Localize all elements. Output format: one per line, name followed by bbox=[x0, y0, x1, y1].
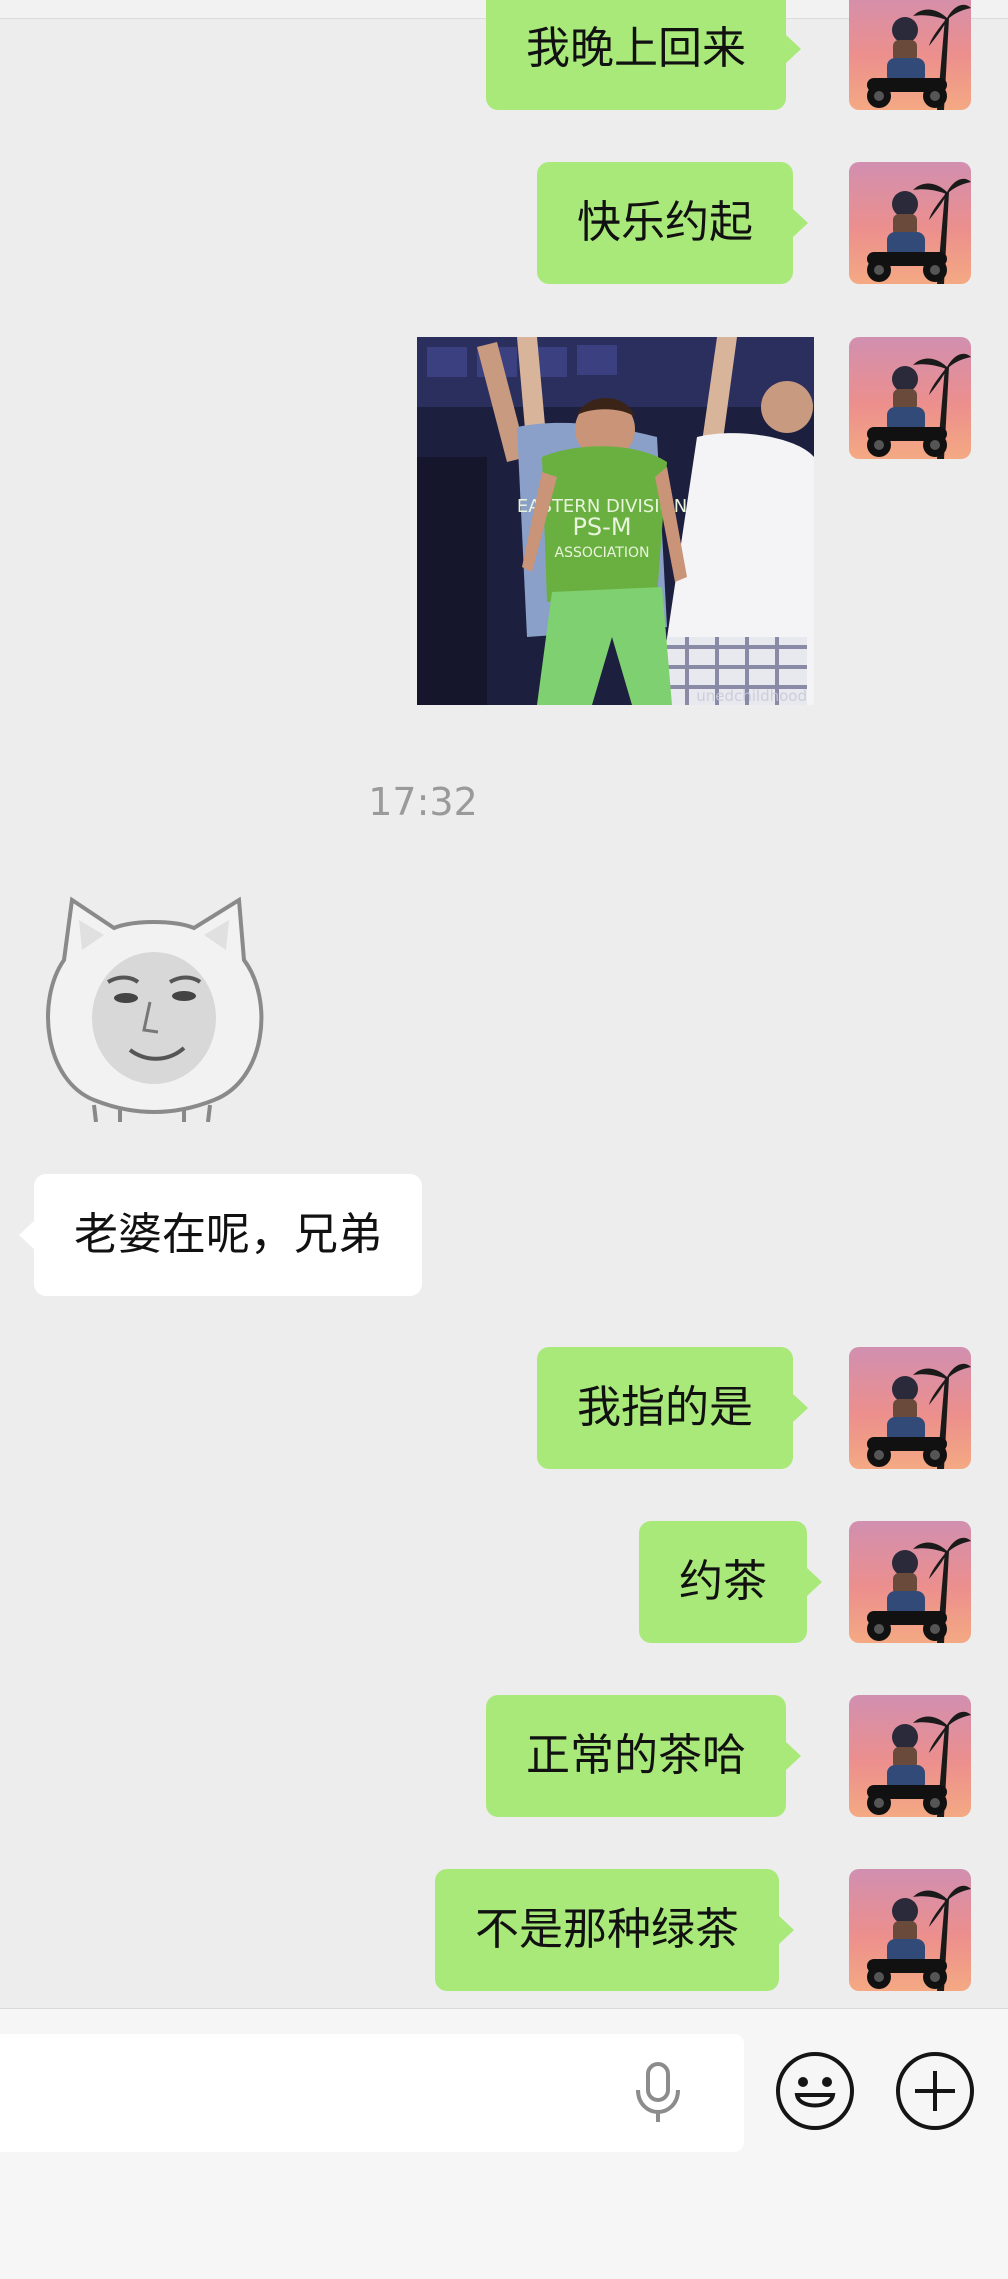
avatar-image bbox=[867, 4, 971, 110]
image-message[interactable]: EASTERN DIVISION PS-M ASSOCIATION unedch… bbox=[417, 337, 814, 705]
plus-circle-icon[interactable] bbox=[895, 2051, 975, 2131]
cat-face-sticker bbox=[46, 896, 264, 1122]
image-watermark: unedchildhood bbox=[696, 687, 807, 705]
message-bubble-outgoing[interactable]: 不是那种绿茶 bbox=[435, 1869, 794, 1991]
sticker-message[interactable] bbox=[34, 890, 274, 1122]
message-bubble-outgoing[interactable]: 快乐约起 bbox=[537, 162, 808, 284]
my-avatar[interactable] bbox=[849, 1347, 971, 1469]
photo-kid-dancing: EASTERN DIVISION PS-M ASSOCIATION unedch… bbox=[417, 337, 814, 705]
message-input[interactable] bbox=[0, 2034, 744, 2152]
message-bubble-incoming[interactable]: 老婆在呢，兄弟 bbox=[19, 1174, 422, 1296]
message-bubble-outgoing[interactable]: 正常的茶哈 bbox=[486, 1695, 801, 1817]
avatar-image bbox=[867, 1537, 971, 1643]
avatar-image bbox=[867, 353, 971, 459]
message-bubble-outgoing[interactable]: 我晚上回来 bbox=[486, 0, 801, 110]
my-avatar[interactable] bbox=[849, 162, 971, 284]
message-text: 我指的是 bbox=[577, 1382, 753, 1433]
message-bubble-outgoing[interactable]: 约茶 bbox=[639, 1521, 822, 1643]
my-avatar[interactable] bbox=[849, 337, 971, 459]
avatar-image bbox=[867, 1363, 971, 1469]
message-text: 快乐约起 bbox=[577, 197, 753, 248]
my-avatar[interactable] bbox=[849, 1521, 971, 1643]
message-text: 老婆在呢，兄弟 bbox=[74, 1209, 382, 1260]
shirt-text: ASSOCIATION bbox=[555, 545, 650, 561]
message-timestamp: 17:32 bbox=[368, 780, 478, 824]
my-avatar[interactable] bbox=[849, 1869, 971, 1991]
smiley-icon[interactable] bbox=[775, 2051, 855, 2131]
my-avatar[interactable] bbox=[849, 0, 971, 110]
chat-message-list[interactable]: 我晚上回来 快乐约起 EASTERN DIVISION PS-M ASSOCIA… bbox=[0, 0, 1008, 2008]
my-avatar[interactable] bbox=[849, 1695, 971, 1817]
message-text: 我晚上回来 bbox=[526, 23, 746, 74]
chat-input-bar bbox=[0, 2008, 1008, 2279]
message-bubble-outgoing[interactable]: 我指的是 bbox=[537, 1347, 808, 1469]
avatar-image bbox=[867, 178, 971, 284]
message-text: 正常的茶哈 bbox=[526, 1730, 746, 1781]
avatar-image bbox=[867, 1885, 971, 1991]
microphone-icon[interactable] bbox=[630, 2060, 686, 2124]
shirt-text: PS-M bbox=[572, 513, 631, 541]
message-text: 约茶 bbox=[679, 1556, 767, 1607]
avatar-image bbox=[867, 1711, 971, 1817]
message-text: 不是那种绿茶 bbox=[475, 1904, 739, 1955]
